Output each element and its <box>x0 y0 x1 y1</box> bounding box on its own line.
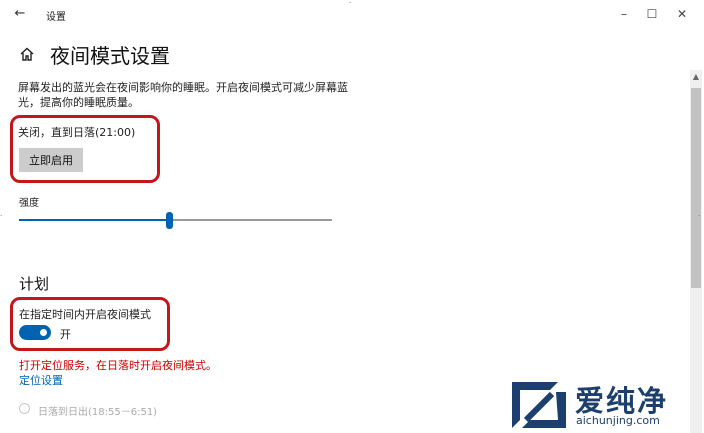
strength-slider-track[interactable] <box>19 219 332 221</box>
edge-handle: · <box>698 212 701 220</box>
maximize-button[interactable]: ☐ <box>638 4 666 24</box>
minimize-button[interactable]: – <box>610 4 638 24</box>
location-settings-link[interactable]: 定位设置 <box>19 372 63 388</box>
close-button[interactable]: ✕ <box>668 4 696 24</box>
schedule-section-title: 计划 <box>19 275 50 293</box>
back-arrow-icon[interactable]: ← <box>10 5 30 23</box>
scroll-up-icon[interactable]: ▲ <box>690 70 702 84</box>
annotation-highlight-schedule <box>10 297 170 351</box>
strength-slider-thumb[interactable] <box>166 212 174 229</box>
strength-slider-fill <box>19 219 170 221</box>
edge-handle: · <box>349 0 352 7</box>
sunset-radio[interactable] <box>19 403 30 414</box>
window-title: 设置 <box>46 12 66 23</box>
edge-handle: · <box>0 212 3 220</box>
description-text: 屏幕发出的蓝光会在夜间影响你的睡眠。开启夜间模式可减少屏幕蓝光，提高你的睡眠质量… <box>18 81 348 109</box>
strength-label: 强度 <box>19 198 39 209</box>
sunset-radio-label: 日落到日出(18:55－6:51) <box>38 407 158 418</box>
annotation-highlight-status <box>10 115 160 183</box>
watermark-url: aichunjing.com <box>576 414 660 427</box>
location-warning: 打开定位服务，在日落时开启夜间模式。 <box>19 359 217 372</box>
scrollbar-thumb[interactable] <box>691 88 701 288</box>
home-icon[interactable] <box>18 45 36 63</box>
page-title: 夜间模式设置 <box>50 44 170 68</box>
title-bar: ← 设置 – ☐ ✕ <box>0 0 704 28</box>
